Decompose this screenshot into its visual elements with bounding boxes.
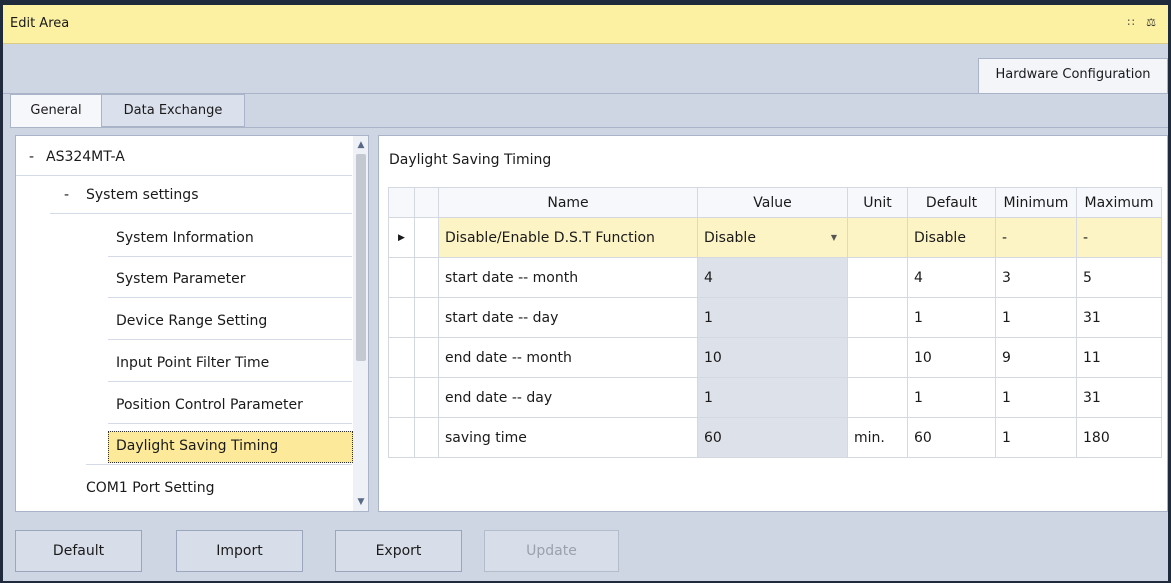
table-row[interactable]: saving time 60 min. 60 1 180 (388, 417, 1162, 458)
tab-data-exchange[interactable]: Data Exchange (101, 94, 245, 127)
value-dropdown[interactable]: Disable ▼ (697, 217, 848, 258)
param-minimum: 1 (995, 417, 1077, 458)
tree-item-position-control-parameter[interactable]: Position Control Parameter (16, 386, 352, 424)
column-header-value: Value (697, 187, 848, 218)
title-bar: Edit Area ∷ ⚖ (3, 5, 1168, 44)
param-minimum: 1 (995, 377, 1077, 418)
param-maximum: 31 (1076, 297, 1162, 338)
default-button[interactable]: Default (15, 530, 142, 572)
window-title: Edit Area (10, 16, 70, 31)
param-default: Disable (907, 217, 996, 258)
param-unit (847, 257, 908, 298)
param-minimum: 1 (995, 297, 1077, 338)
param-minimum: 9 (995, 337, 1077, 378)
parameter-grid: Name Value Unit Default Minimum Maximum … (388, 187, 1162, 458)
param-unit: min. (847, 417, 908, 458)
tree-item-label: Input Point Filter Time (116, 355, 270, 371)
param-minimum: - (995, 217, 1077, 258)
param-name: start date -- day (438, 297, 698, 338)
import-button[interactable]: Import (176, 530, 303, 572)
param-maximum: 5 (1076, 257, 1162, 298)
tree-item-daylight-saving-timing[interactable]: Daylight Saving Timing (16, 427, 353, 465)
scroll-thumb[interactable] (356, 154, 366, 361)
value-field[interactable]: 1 (697, 377, 848, 418)
param-maximum: 11 (1076, 337, 1162, 378)
settings-tree: - AS324MT-A - System settings System Inf… (15, 135, 369, 512)
collapse-toggle-icon[interactable]: - (64, 176, 69, 214)
pin-icon[interactable]: ∷ ⚖ (1128, 16, 1160, 29)
tree-item-label: AS324MT-A (46, 149, 125, 165)
tree-item-device-range-setting[interactable]: Device Range Setting (16, 302, 352, 340)
value-field[interactable]: 60 (697, 417, 848, 458)
value-selected: Disable (704, 229, 756, 246)
tree-item-system-settings[interactable]: - System settings (16, 176, 352, 214)
tree-item-label: Position Control Parameter (116, 397, 303, 413)
scroll-down-icon[interactable]: ▼ (353, 495, 368, 509)
grid-corner (388, 187, 415, 218)
tree-item-as324mt-a[interactable]: - AS324MT-A (16, 138, 352, 176)
param-maximum: 180 (1076, 417, 1162, 458)
column-header-unit: Unit (847, 187, 908, 218)
param-default: 1 (907, 377, 996, 418)
value-field[interactable]: 4 (697, 257, 848, 298)
tree-item-label: System Parameter (116, 271, 246, 287)
tree-scrollbar[interactable]: ▲ ▼ (353, 136, 368, 511)
tab-hardware-configuration[interactable]: Hardware Configuration (978, 58, 1168, 93)
edit-area-window: Edit Area ∷ ⚖ Hardware Configuration Gen… (3, 5, 1168, 581)
value-field[interactable]: 10 (697, 337, 848, 378)
chevron-down-icon[interactable]: ▼ (831, 233, 837, 242)
param-default: 60 (907, 417, 996, 458)
export-button[interactable]: Export (335, 530, 462, 572)
tree-item-system-parameter[interactable]: System Parameter (16, 260, 352, 298)
table-row[interactable]: start date -- day 1 1 1 31 (388, 297, 1162, 338)
panel-title: Daylight Saving Timing (389, 152, 552, 168)
parameter-panel: Daylight Saving Timing Name Value Unit D… (378, 135, 1168, 512)
tree-item-label: System Information (116, 230, 254, 246)
param-name: Disable/Enable D.S.T Function (438, 217, 698, 258)
param-default: 10 (907, 337, 996, 378)
tree-item-input-point-filter-time[interactable]: Input Point Filter Time (16, 344, 352, 382)
tree-item-label: COM1 Port Setting (86, 480, 215, 496)
column-header-minimum: Minimum (995, 187, 1077, 218)
tree-item-label: Daylight Saving Timing (116, 438, 279, 454)
update-button[interactable]: Update (484, 530, 619, 572)
divider (10, 127, 1168, 128)
param-name: saving time (438, 417, 698, 458)
tree-item-system-information[interactable]: System Information (16, 219, 352, 257)
table-row[interactable]: ▶ Disable/Enable D.S.T Function Disable … (388, 217, 1162, 258)
param-unit (847, 217, 908, 258)
param-unit (847, 297, 908, 338)
grid-corner (414, 187, 439, 218)
table-row[interactable]: start date -- month 4 4 3 5 (388, 257, 1162, 298)
tab-general[interactable]: General (10, 94, 102, 128)
tree-item-label: System settings (86, 187, 199, 203)
param-name: end date -- month (438, 337, 698, 378)
value-field[interactable]: 1 (697, 297, 848, 338)
tree-item-com1-port-setting[interactable]: COM1 Port Setting (16, 469, 352, 507)
current-row-icon: ▶ (388, 217, 415, 258)
column-header-name: Name (438, 187, 698, 218)
param-maximum: - (1076, 217, 1162, 258)
param-unit (847, 377, 908, 418)
param-maximum: 31 (1076, 377, 1162, 418)
column-header-maximum: Maximum (1076, 187, 1162, 218)
param-default: 1 (907, 297, 996, 338)
param-default: 4 (907, 257, 996, 298)
table-row[interactable]: end date -- day 1 1 1 31 (388, 377, 1162, 418)
tree-item-label: Device Range Setting (116, 313, 268, 329)
table-row[interactable]: end date -- month 10 10 9 11 (388, 337, 1162, 378)
param-unit (847, 337, 908, 378)
scroll-up-icon[interactable]: ▲ (353, 138, 368, 152)
param-name: start date -- month (438, 257, 698, 298)
param-name: end date -- day (438, 377, 698, 418)
column-header-default: Default (907, 187, 996, 218)
param-minimum: 3 (995, 257, 1077, 298)
collapse-toggle-icon[interactable]: - (29, 138, 34, 176)
